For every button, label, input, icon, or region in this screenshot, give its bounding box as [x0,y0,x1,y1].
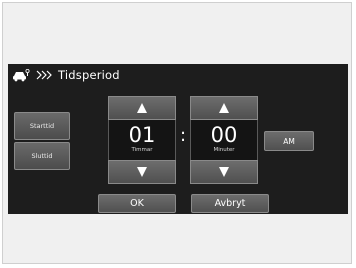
screen-title: Tidsperiod [58,68,120,82]
breadcrumb-chevrons-icon [36,70,52,80]
page: Tidsperiod Starttid Sluttid 01 Timmar : … [0,0,356,268]
cancel-button[interactable]: Avbryt [191,194,269,213]
minutes-display: 00 Minuter [190,120,258,160]
hours-spinner: 01 Timmar [108,96,176,184]
hours-display: 01 Timmar [108,120,176,160]
car-settings-icon [13,68,30,82]
minutes-unit-label: Minuter [213,147,235,153]
time-separator: : [179,125,187,146]
minutes-spinner: 00 Minuter [190,96,258,184]
hours-value: 01 [128,123,156,147]
arrow-down-icon [137,167,147,177]
hours-down-button[interactable] [108,160,176,184]
am-pm-toggle-button[interactable]: AM [264,131,314,151]
hours-unit-label: Timmar [131,147,153,153]
arrow-up-icon [219,103,229,113]
end-time-button[interactable]: Sluttid [14,142,70,170]
hours-up-button[interactable] [108,96,176,120]
ok-button[interactable]: OK [98,194,176,213]
screen-header: Tidsperiod [8,64,348,86]
arrow-down-icon [219,167,229,177]
start-time-button[interactable]: Starttid [14,112,70,140]
minutes-value: 00 [210,123,238,147]
minutes-down-button[interactable] [190,160,258,184]
minutes-up-button[interactable] [190,96,258,120]
arrow-up-icon [137,103,147,113]
